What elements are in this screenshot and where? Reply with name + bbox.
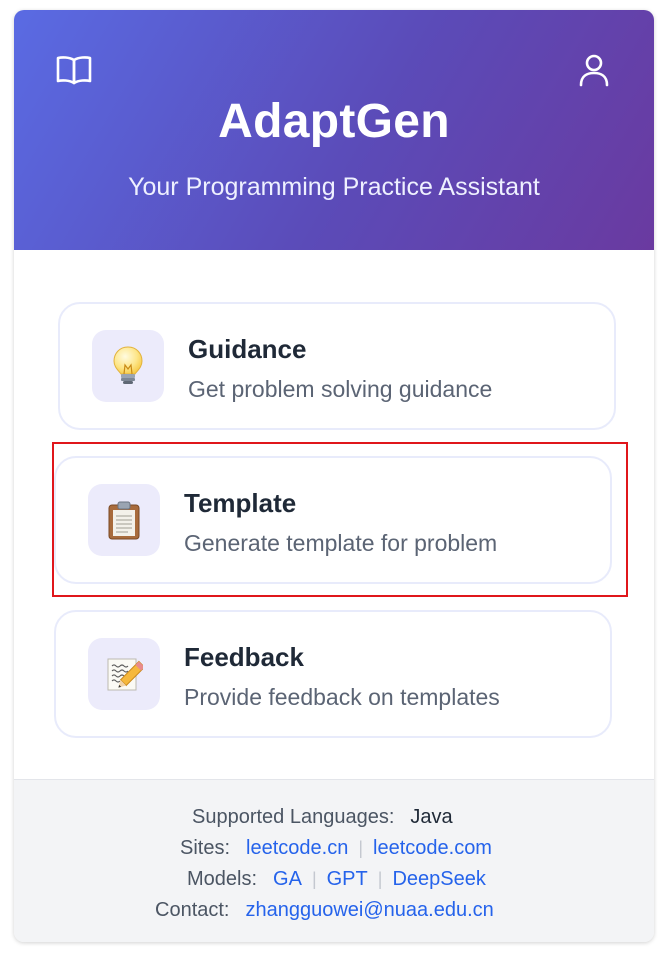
- separator: |: [358, 838, 364, 858]
- popup-panel: AdaptGen Your Programming Practice Assis…: [14, 10, 654, 942]
- user-icon[interactable]: [574, 50, 614, 90]
- memo-icon: [88, 638, 160, 710]
- contact-label: Contact:: [155, 899, 230, 921]
- app-title: AdaptGen: [218, 95, 450, 148]
- guidance-description: Get problem solving guidance: [188, 376, 493, 402]
- model-link-ga[interactable]: GA: [273, 868, 302, 890]
- models-label: Models:: [187, 868, 258, 890]
- header-banner: AdaptGen Your Programming Practice Assis…: [14, 10, 654, 250]
- template-card[interactable]: Template Generate template for problem: [54, 456, 612, 584]
- separator: |: [311, 869, 317, 889]
- template-title: Template: [184, 488, 297, 518]
- guidance-card[interactable]: Guidance Get problem solving guidance: [58, 302, 616, 430]
- sites-label: Sites:: [180, 837, 231, 859]
- guidance-title: Guidance: [188, 334, 307, 364]
- contact-row: Contact: zhangguowei@nuaa.edu.cn: [155, 899, 494, 925]
- site-link-leetcode-cn[interactable]: leetcode.cn: [246, 837, 348, 859]
- sites-row: Sites: leetcode.cn | leetcode.com: [180, 837, 492, 863]
- feedback-card[interactable]: Feedback Provide feedback on templates: [54, 610, 612, 738]
- contact-email-link[interactable]: zhangguowei@nuaa.edu.cn: [245, 899, 493, 921]
- feedback-title: Feedback: [184, 642, 304, 672]
- app-subtitle: Your Programming Practice Assistant: [128, 173, 540, 201]
- model-link-gpt[interactable]: GPT: [327, 868, 368, 890]
- template-description: Generate template for problem: [184, 530, 498, 556]
- languages-label: Supported Languages:: [192, 806, 395, 828]
- model-link-deepseek[interactable]: DeepSeek: [392, 868, 485, 890]
- footer: Supported Languages: Java Sites: leetcode.…: [14, 779, 654, 942]
- site-link-leetcode-com[interactable]: leetcode.com: [373, 837, 492, 859]
- clipboard-icon: [88, 484, 160, 556]
- languages-value: Java: [410, 806, 453, 828]
- models-row: Models: GA | GPT | DeepSeek: [187, 868, 486, 894]
- book-icon[interactable]: [54, 50, 94, 90]
- languages-row: Supported Languages: Java: [192, 806, 453, 832]
- separator: |: [377, 869, 383, 889]
- feedback-description: Provide feedback on templates: [184, 684, 500, 710]
- lightbulb-icon: [92, 330, 164, 402]
